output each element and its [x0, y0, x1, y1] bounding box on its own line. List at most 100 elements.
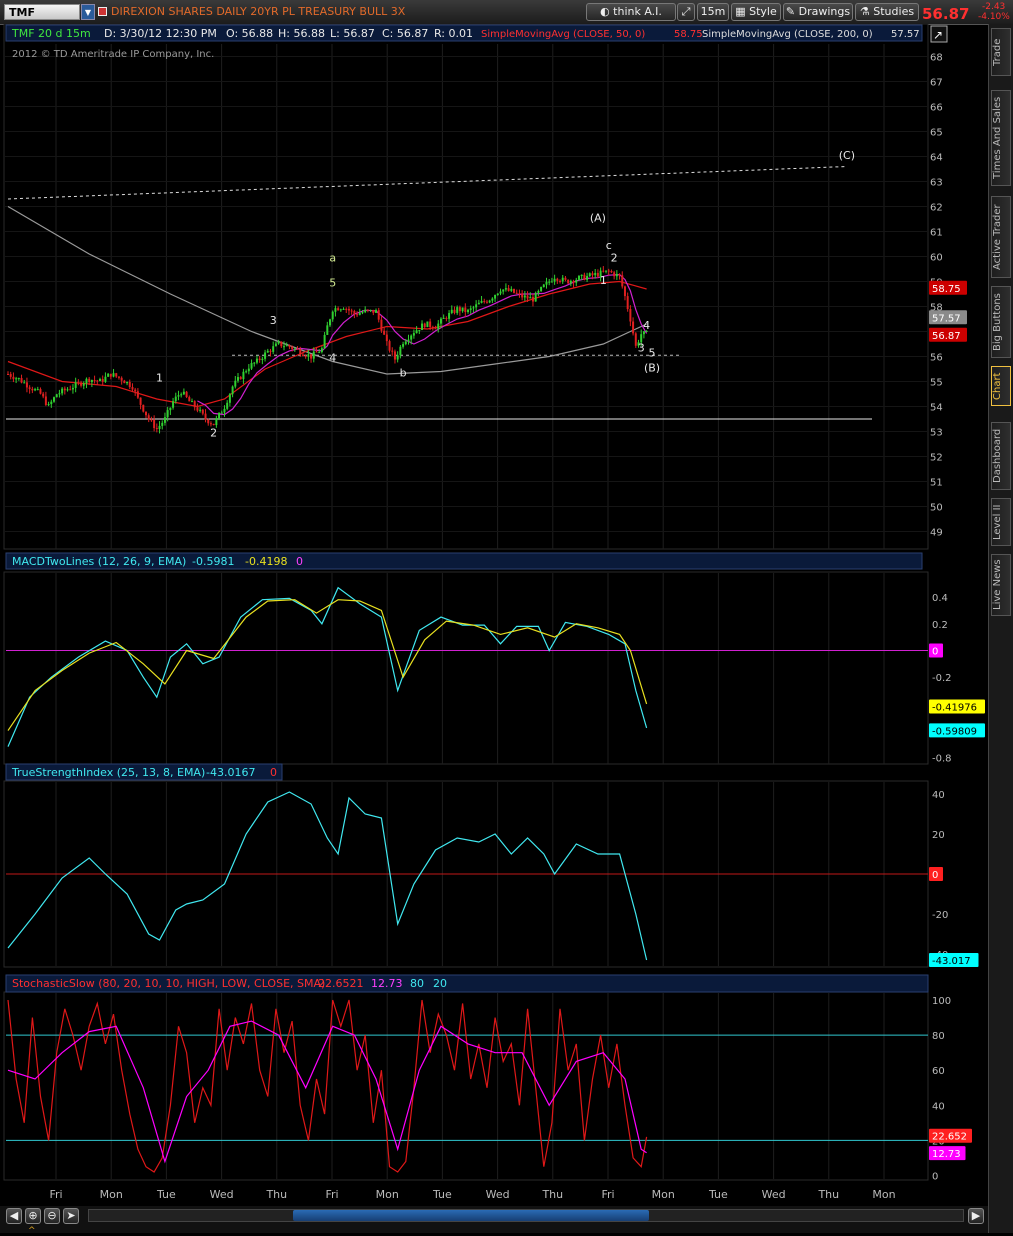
price-y-tick: 62: [930, 203, 943, 214]
candle-body: [339, 309, 342, 311]
candle-body: [480, 300, 483, 303]
time-axis-label: Mon: [100, 1188, 123, 1201]
time-axis-label: Mon: [376, 1188, 399, 1201]
stoch-avg-value: 12.73: [371, 977, 403, 990]
scroll-right-icon[interactable]: ▶: [968, 1208, 984, 1224]
stoch-label: StochasticSlow (80, 20, 10, 10, HIGH, LO…: [12, 977, 325, 990]
time-axis-label: Wed: [210, 1188, 234, 1201]
price-y-tick: 61: [930, 228, 943, 239]
candle-body: [320, 348, 323, 353]
candle-body: [161, 422, 164, 426]
macd-value-labels: 0 -0.41976 -0.59809: [929, 643, 985, 738]
wave-label: c: [606, 239, 612, 252]
candle-body: [369, 309, 372, 311]
candle-body: [467, 309, 470, 313]
candle-body: [128, 381, 131, 388]
pointer-icon[interactable]: ➤: [63, 1208, 79, 1224]
zoom-in-icon[interactable]: ⊕: [25, 1208, 41, 1224]
candle-body: [569, 280, 572, 284]
candle-body: [245, 371, 248, 373]
candle-body: [526, 295, 529, 299]
info-close: C: 56.87: [382, 27, 428, 40]
candle-body: [163, 417, 166, 423]
sidebar-tab-times-and-sales[interactable]: Times And Sales: [991, 90, 1011, 186]
studies-button[interactable]: ⚗ Studies: [855, 3, 919, 21]
drawings-button[interactable]: ✎ Drawings: [783, 3, 853, 21]
price-label-text: 57.57: [932, 313, 961, 324]
y-tick: 0: [932, 1171, 938, 1182]
candle-body: [212, 423, 215, 426]
candle-body: [580, 274, 583, 277]
candle-body: [623, 286, 626, 297]
style-button[interactable]: ▦ Style: [731, 3, 781, 21]
sidebar-tab-trade[interactable]: Trade: [991, 28, 1011, 76]
candle-body: [296, 348, 299, 350]
zoom-out-icon[interactable]: ⊖: [44, 1208, 60, 1224]
candle-body: [283, 346, 286, 348]
chart-area[interactable]: 4950515253545556575859606162636465666768…: [0, 24, 988, 1230]
info-high: H: 56.88: [278, 27, 325, 40]
candle-body: [426, 321, 429, 328]
candle-body: [550, 281, 553, 283]
price-y-tick: 55: [930, 378, 943, 389]
candle-body: [445, 317, 448, 319]
symbol-input[interactable]: TMF: [4, 4, 80, 20]
price-y-tick: 67: [930, 78, 943, 89]
candle-body: [469, 308, 472, 310]
candle-body: [266, 350, 269, 353]
candle-body: [626, 296, 629, 310]
sidebar-tab-chart[interactable]: Chart: [991, 366, 1011, 406]
candle-body: [510, 288, 513, 291]
candle-body: [575, 279, 578, 283]
sidebar-tab-level-ii[interactable]: Level II: [991, 498, 1011, 546]
time-scrollbar-thumb[interactable]: [293, 1210, 649, 1221]
sidebar-tab-big-buttons[interactable]: Big Buttons: [991, 286, 1011, 358]
symbol-dropdown-icon[interactable]: ▼: [81, 4, 95, 20]
candle-body: [126, 381, 129, 384]
wave-label: a: [329, 252, 336, 265]
candle-body: [564, 277, 567, 280]
time-axis-label: Wed: [486, 1188, 510, 1201]
candle-body: [193, 401, 196, 408]
candle-body: [228, 394, 231, 403]
info-sma200-value: 57.57: [891, 29, 920, 40]
candle-body: [434, 328, 437, 330]
sidebar-tab-active-trader[interactable]: Active Trader: [991, 196, 1011, 278]
candle-body: [234, 380, 237, 387]
candle-body: [632, 321, 635, 334]
candle-body: [209, 423, 212, 425]
expand-arrow-icon[interactable]: ^: [28, 1226, 36, 1236]
interval-button[interactable]: 15m: [697, 3, 729, 21]
price-y-tick: 49: [930, 528, 943, 539]
candle-body: [196, 407, 199, 411]
candle-body: [39, 389, 42, 394]
candle-body: [396, 355, 399, 360]
style-icon: ▦: [735, 5, 750, 18]
candle-body: [182, 391, 185, 395]
candle-body: [615, 273, 618, 277]
candle-body: [264, 352, 267, 359]
candle-body: [199, 409, 202, 411]
think-ai-button[interactable]: ◐ think A.I.: [586, 3, 676, 21]
candle-body: [531, 297, 534, 302]
symbol-description: DIREXION SHARES DAILY 20YR PL TREASURY B…: [111, 5, 406, 18]
info-low: L: 56.87: [330, 27, 375, 40]
y-tick: 60: [932, 1066, 945, 1077]
macd-panel: [3, 571, 929, 765]
candle-body: [521, 293, 524, 298]
wave-label: 2: [611, 252, 618, 265]
scroll-left-icon[interactable]: ◀: [6, 1208, 22, 1224]
candle-body: [299, 349, 302, 355]
crosshair-tool-button[interactable]: ⤢: [677, 3, 695, 21]
percent-change: -4.10%: [978, 12, 1010, 22]
candle-body: [634, 333, 637, 346]
candle-body: [502, 289, 505, 292]
sidebar-tab-dashboard[interactable]: Dashboard: [991, 422, 1011, 490]
y-tick: 0.2: [932, 620, 948, 631]
candle-body: [496, 293, 499, 296]
candle-body: [358, 312, 361, 315]
sidebar-tab-live-news[interactable]: Live News: [991, 554, 1011, 616]
candle-body: [23, 382, 26, 384]
candle-body: [66, 389, 69, 391]
candle-body: [107, 373, 110, 377]
